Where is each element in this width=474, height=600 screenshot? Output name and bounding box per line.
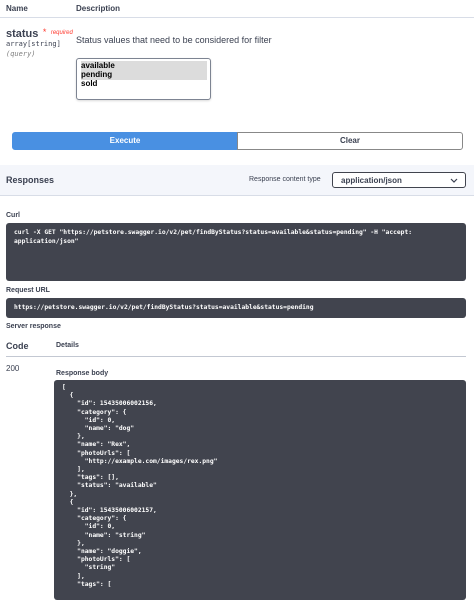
curl-command-box: curl -X GET "https://petstore.swagger.io… [6, 223, 466, 281]
status-option-pending[interactable]: pending [81, 70, 207, 80]
parameter-name: status [6, 28, 39, 40]
response-content-type-label: Response content type [249, 176, 321, 183]
response-body-line: ], [62, 466, 85, 473]
response-body-line: "name": "Rex", [62, 441, 131, 449]
response-body-line: "category": { [62, 408, 127, 416]
column-header-details: Details [56, 342, 79, 349]
parameter-description: Status values that need to be considered… [76, 35, 272, 45]
response-body-line: "name": "string" [62, 531, 146, 539]
status-multiselect[interactable]: available pending sold [76, 58, 211, 100]
response-body-line: [ [62, 384, 66, 391]
required-label: required [50, 30, 73, 36]
column-header-code: Code [6, 341, 29, 351]
response-body-line: ], [62, 572, 85, 580]
required-marker: * [42, 27, 47, 37]
responses-divider [0, 195, 474, 196]
response-status-code: 200 [6, 364, 20, 373]
response-body-label: Response body [56, 370, 109, 377]
curl-label: Curl [6, 212, 20, 219]
response-body-line: }, [62, 433, 85, 441]
response-body-line: "name": "dog" [62, 425, 135, 432]
execute-button[interactable]: Execute [12, 132, 238, 150]
response-body-line: "id": 15435006002157, [62, 507, 157, 514]
request-url-label: Request URL [6, 287, 50, 294]
chevron-down-icon [450, 173, 458, 195]
column-header-description: Description [76, 4, 121, 13]
request-url-value: https://petstore.swagger.io/v2/pet/findB… [14, 304, 314, 311]
header-divider [0, 17, 474, 18]
response-body-line: "tags": [ [62, 580, 112, 588]
response-body-line: "name": "doggie", [62, 548, 142, 555]
response-body-line: }, [62, 490, 78, 498]
response-body-line: }, [62, 539, 85, 547]
response-body-line: "id": 15435006002156, [62, 400, 157, 408]
responses-title: Responses [6, 175, 55, 185]
response-content-type-select[interactable]: application/json [332, 172, 466, 188]
parameter-type: array[string] [6, 40, 61, 48]
response-content-type-value: application/json [341, 176, 402, 185]
clear-button[interactable]: Clear [237, 132, 463, 150]
response-body-line: "id": 0, [62, 416, 116, 424]
response-body: [ { "id": 15435006002156, "category": { … [54, 380, 466, 600]
curl-command-line-1: curl -X GET "https://petstore.swagger.io… [14, 229, 413, 236]
request-url-box: https://petstore.swagger.io/v2/pet/findB… [6, 298, 466, 318]
column-header-name: Name [6, 4, 28, 13]
response-body-line: { [62, 498, 74, 506]
server-response-label: Server response [6, 323, 61, 330]
parameter-location: (query) [6, 50, 36, 58]
response-body-line: "http://example.com/images/rex.png" [62, 457, 218, 465]
server-response-divider [6, 356, 466, 357]
response-body-line: "id": 0, [62, 523, 116, 531]
curl-command-line-2: application/json" [14, 238, 79, 245]
response-body-line: "photoUrls": [ [62, 449, 131, 457]
response-body-line: "status": "available" [62, 482, 157, 490]
status-option-sold[interactable]: sold [81, 79, 97, 89]
response-body-line: "string" [62, 564, 116, 572]
